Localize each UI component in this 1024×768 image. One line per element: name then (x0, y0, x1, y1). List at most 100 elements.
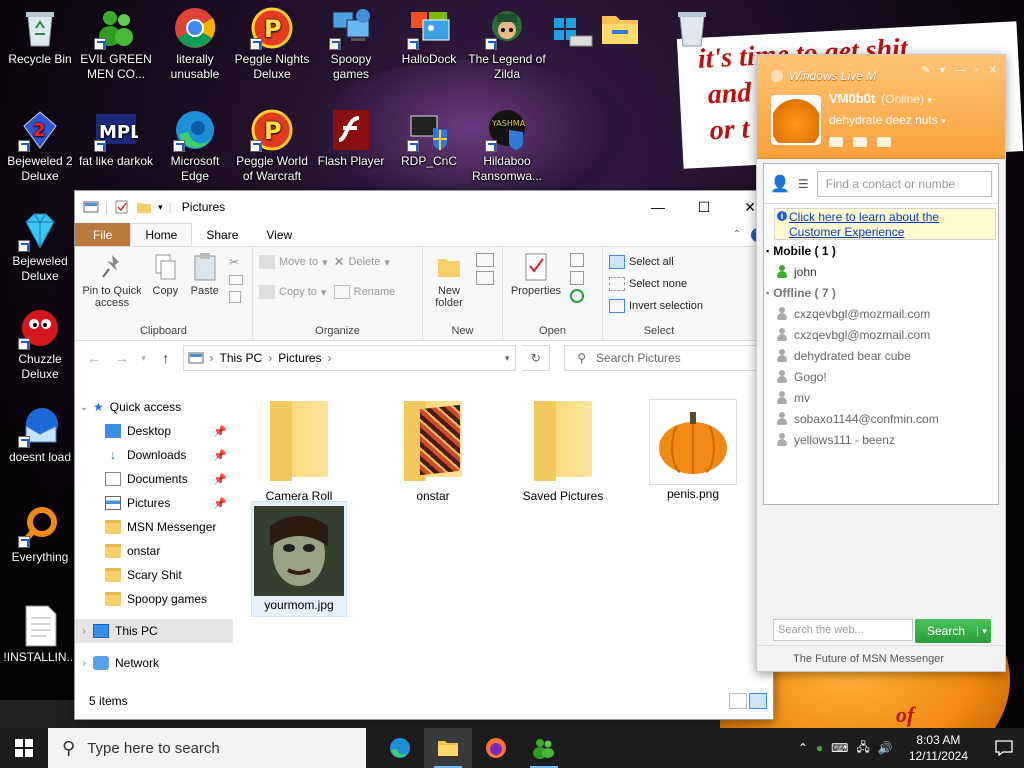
desktop-icon-recycle-bin[interactable]: Recycle Bin (0, 6, 80, 67)
contact-item[interactable]: sobaxo1144@confmin.com (764, 408, 998, 429)
view-options-icon[interactable]: ☰ (798, 177, 809, 191)
desktop-icon-everything[interactable]: Everything (0, 504, 80, 565)
tab-file[interactable]: File (75, 223, 131, 246)
desktop-icon-rdp-cnc[interactable]: RDP_CnC (389, 108, 469, 169)
desktop-icon-flash-player[interactable]: Flash Player (311, 108, 391, 169)
find-contact-input[interactable]: Find a contact or numbe (816, 170, 992, 197)
user-display-name[interactable]: VM0b0t (Online) ▾ (829, 91, 932, 106)
properties-button[interactable]: Properties (509, 251, 563, 297)
recent-locations-button[interactable]: ▾ (139, 353, 149, 364)
close-button[interactable]: ✕ (989, 65, 997, 76)
delete-button[interactable]: ✕ Delete ▾ (334, 251, 396, 273)
expand-chevron-icon[interactable]: › (75, 626, 93, 637)
taskbar-search-input[interactable]: ⚲ Type here to search (48, 728, 366, 768)
desktop-icon-recycle-bin-2[interactable] (652, 6, 732, 52)
nav-item-desktop[interactable]: Desktop 📌 (75, 419, 233, 443)
network-icon[interactable]: 🖧 (856, 738, 869, 759)
contact-item[interactable]: Gogo! (764, 366, 998, 387)
search-input[interactable]: ⚲ Search Pictures (564, 345, 765, 371)
desktop-icon-doesnt-load[interactable]: doesnt load (0, 404, 80, 465)
start-button[interactable] (0, 728, 48, 768)
nav-quick-access[interactable]: ⌄ ★ Quick access (75, 395, 233, 419)
show-hidden-icons-chevron-icon[interactable]: ⌃ (798, 741, 808, 755)
contact-group-mobile[interactable]: ▪ Mobile ( 1 ) (764, 240, 998, 261)
desktop-icon-fat-like-darkok[interactable]: MPL fat like darkok (76, 108, 156, 169)
taskbar-firefox-button[interactable] (472, 728, 520, 768)
breadcrumb-this-pc[interactable]: This PC (220, 351, 263, 365)
paste-button[interactable]: Paste (188, 251, 222, 297)
desktop-icon-literally-unusable[interactable]: literally unusable (155, 6, 235, 82)
customize-toolbar-icon[interactable]: ▾ (158, 202, 163, 213)
nav-item-msn-messenger[interactable]: MSN Messenger (75, 515, 233, 539)
desktop-icon-microsoft-edge[interactable]: Microsoft Edge (155, 108, 235, 184)
msn-today-icon[interactable] (877, 137, 891, 147)
maximize-button[interactable]: ☐ (681, 191, 727, 223)
invert-selection-button[interactable]: Invert selection (609, 295, 709, 317)
search-options-dropdown-icon[interactable]: ▾ (977, 625, 991, 637)
notification-center-icon[interactable] (984, 728, 1024, 768)
minimize-button[interactable]: — (955, 65, 965, 76)
nav-item-scary-shit[interactable]: Scary Shit (75, 563, 233, 587)
refresh-button[interactable]: ↻ (522, 345, 551, 371)
minimize-button[interactable]: — (635, 191, 681, 223)
select-all-button[interactable]: Select all (609, 251, 709, 273)
file-item-camera-roll[interactable]: Camera Roll (251, 395, 347, 503)
nav-item-spoopy-games[interactable]: Spoopy games (75, 587, 233, 611)
file-item-yourmom-jpg[interactable]: yourmom.jpg (251, 501, 347, 617)
desktop-icon-bejeweled-2[interactable]: 2 Bejeweled 2 Deluxe (0, 108, 80, 184)
contact-item[interactable]: mv (764, 387, 998, 408)
up-button[interactable]: ↑ (155, 350, 177, 366)
address-box[interactable]: › This PC › Pictures › ▾ (182, 345, 517, 371)
contact-group-offline[interactable]: ▪ Offline ( 7 ) (764, 282, 998, 303)
tab-view[interactable]: View (252, 223, 306, 246)
copy-button[interactable]: Copy (150, 251, 180, 297)
add-contact-icon[interactable]: 👤 (770, 174, 790, 194)
history-icon[interactable] (570, 289, 585, 303)
paste-shortcut-icon[interactable] (229, 291, 242, 303)
file-item-penis-png[interactable]: penis.png (645, 395, 741, 501)
personal-message[interactable]: dehydrate deez nuts ▾ (829, 113, 946, 127)
pin-to-quick-access-button[interactable]: Pin to Quick access (81, 251, 143, 309)
volume-icon[interactable]: 🔊 (878, 741, 893, 755)
messenger-footer[interactable]: The Future of MSN Messenger (757, 645, 1005, 671)
nav-item-downloads[interactable]: ↓ Downloads 📌 (75, 443, 233, 467)
customer-experience-link[interactable]: Click here to learn about the Customer E… (774, 208, 996, 240)
details-view-button[interactable] (729, 693, 747, 709)
new-item-icon[interactable] (476, 253, 495, 267)
copy-to-button[interactable]: Copy to ▾ (259, 281, 328, 303)
web-search-button[interactable]: Search ▾ (915, 619, 991, 643)
contact-item[interactable]: dehydrated bear cube (764, 345, 998, 366)
copy-path-icon[interactable] (229, 275, 244, 285)
desktop-icon-chuzzle[interactable]: Chuzzle Deluxe (0, 306, 80, 382)
ribbon-collapse-icon[interactable]: ⌃ (733, 229, 741, 240)
move-to-button[interactable]: Move to ▾ (259, 251, 328, 273)
address-dropdown-icon[interactable]: ▾ (505, 353, 510, 364)
maximize-button[interactable]: ▫ (975, 65, 979, 76)
new-folder-icon[interactable] (136, 200, 152, 214)
desktop-icon-hallodock[interactable]: HalloDock (389, 6, 469, 67)
mail-icon[interactable] (829, 137, 843, 147)
desktop-icon-peggle-wow[interactable]: P Peggle World of Warcraft (232, 108, 312, 184)
desktop-icon-bejeweled[interactable]: Bejeweled Deluxe (0, 208, 80, 284)
breadcrumb-pictures[interactable]: Pictures (278, 351, 321, 365)
select-none-button[interactable]: Select none (609, 273, 709, 295)
input-indicator-icon[interactable]: ⌨ (831, 741, 848, 755)
menu-icon[interactable]: ✎ (922, 65, 930, 76)
desktop-icon-evil-green-men[interactable]: EVIL GREEN MEN CO... (76, 6, 156, 82)
messenger-tray-icon[interactable]: ● (816, 741, 823, 755)
options-dropdown-icon[interactable]: ▾ (940, 65, 945, 76)
rename-button[interactable]: Rename (333, 281, 395, 303)
expand-chevron-icon[interactable]: ⌄ (75, 402, 93, 413)
contact-item[interactable]: cxzqevbgl@mozmail.com (764, 303, 998, 324)
avatar[interactable] (771, 95, 821, 145)
desktop-icon-peggle-nights[interactable]: P Peggle Nights Deluxe (232, 6, 312, 82)
web-search-input[interactable]: Search the web... (773, 619, 913, 641)
tab-share[interactable]: Share (192, 223, 252, 246)
contact-item[interactable]: cxzqevbgl@mozmail.com (764, 324, 998, 345)
back-button[interactable]: ← (83, 350, 105, 366)
taskbar-edge-button[interactable] (376, 728, 424, 768)
forward-button[interactable]: → (111, 350, 133, 366)
spaces-icon[interactable] (853, 137, 867, 147)
tab-home[interactable]: Home (130, 223, 193, 246)
edit-icon[interactable] (570, 271, 585, 285)
